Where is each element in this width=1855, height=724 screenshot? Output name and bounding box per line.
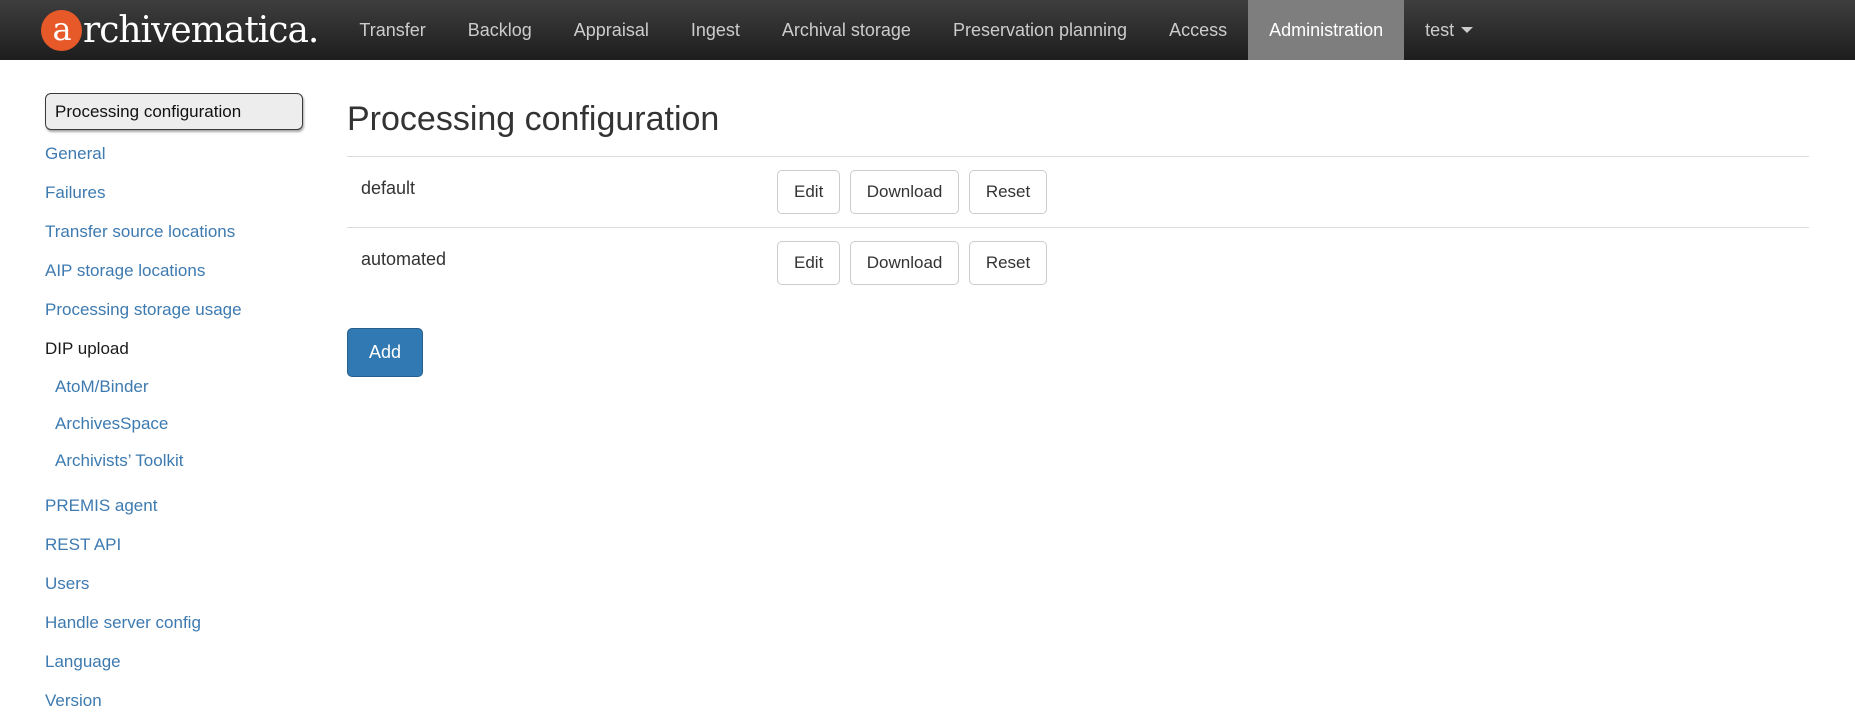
sidebar-list: General Failures Transfer source locatio…: [45, 134, 303, 720]
sidebar-item-handle-server-config: Handle server config: [45, 603, 303, 642]
nav-item-archival-storage[interactable]: Archival storage: [761, 0, 932, 60]
sidebar-link-version[interactable]: Version: [45, 691, 102, 711]
reset-button[interactable]: Reset: [969, 241, 1047, 285]
sidebar-item-transfer-source-locations: Transfer source locations: [45, 212, 303, 251]
sidebar-item-archivists-toolkit: Archivists’ Toolkit: [45, 442, 303, 479]
nav-item-ingest[interactable]: Ingest: [670, 0, 761, 60]
reset-button[interactable]: Reset: [969, 170, 1047, 214]
edit-button[interactable]: Edit: [777, 170, 840, 214]
sidebar-item-premis-agent: PREMIS agent: [45, 486, 303, 525]
row-actions: Edit Download Reset: [777, 241, 1052, 285]
config-name: default: [361, 170, 777, 199]
user-menu[interactable]: test: [1404, 0, 1494, 60]
edit-button[interactable]: Edit: [777, 241, 840, 285]
nav-item-backlog[interactable]: Backlog: [447, 0, 553, 60]
sidebar-item-rest-api: REST API: [45, 525, 303, 564]
sidebar-link-premis-agent[interactable]: PREMIS agent: [45, 496, 157, 516]
sidebar-link-archivesspace[interactable]: ArchivesSpace: [55, 414, 168, 434]
sidebar-item-processing-configuration[interactable]: Processing configuration: [45, 93, 303, 130]
row-actions: Edit Download Reset: [777, 170, 1052, 214]
download-button[interactable]: Download: [850, 241, 960, 285]
sidebar-item-atom-binder: AtoM/Binder: [45, 368, 303, 405]
admin-sidebar: Processing configuration General Failure…: [45, 93, 303, 720]
main-nav: Transfer Backlog Appraisal Ingest Archiv…: [338, 0, 1404, 60]
sidebar-item-language: Language: [45, 642, 303, 681]
sidebar-link-failures[interactable]: Failures: [45, 183, 105, 203]
sidebar-link-archivists-toolkit[interactable]: Archivists’ Toolkit: [55, 451, 183, 471]
nav-item-access[interactable]: Access: [1148, 0, 1248, 60]
sidebar-link-rest-api[interactable]: REST API: [45, 535, 121, 555]
user-menu-label: test: [1425, 20, 1454, 41]
sidebar-item-users: Users: [45, 564, 303, 603]
sidebar-item-archivesspace: ArchivesSpace: [45, 405, 303, 442]
sidebar-link-atom-binder[interactable]: AtoM/Binder: [55, 377, 149, 397]
main-content: Processing configuration default Edit Do…: [347, 96, 1809, 377]
sidebar-link-processing-storage-usage[interactable]: Processing storage usage: [45, 300, 242, 320]
nav-item-preservation-planning[interactable]: Preservation planning: [932, 0, 1148, 60]
nav-item-appraisal[interactable]: Appraisal: [553, 0, 670, 60]
sidebar-heading-dip-upload: DIP upload: [45, 329, 303, 368]
sidebar-link-users[interactable]: Users: [45, 574, 89, 594]
sidebar-item-version: Version: [45, 681, 303, 720]
top-navbar: archivematica. Transfer Backlog Appraisa…: [0, 0, 1855, 60]
sidebar-link-general[interactable]: General: [45, 144, 105, 164]
download-button[interactable]: Download: [850, 170, 960, 214]
add-button[interactable]: Add: [347, 328, 423, 377]
table-row-default: default Edit Download Reset: [347, 156, 1809, 227]
sidebar-link-transfer-source-locations[interactable]: Transfer source locations: [45, 222, 235, 242]
table-row-automated: automated Edit Download Reset: [347, 227, 1809, 298]
sidebar-item-failures: Failures: [45, 173, 303, 212]
nav-item-transfer[interactable]: Transfer: [338, 0, 446, 60]
config-name: automated: [361, 241, 777, 270]
sidebar-link-language[interactable]: Language: [45, 652, 121, 672]
nav-item-administration[interactable]: Administration: [1248, 0, 1404, 60]
processing-config-table: default Edit Download Reset automated Ed…: [347, 156, 1809, 298]
brand-wordmark: rchivematica.: [83, 10, 318, 51]
sidebar-item-general: General: [45, 134, 303, 173]
archivematica-logo[interactable]: archivematica.: [0, 0, 318, 60]
sidebar-item-processing-storage-usage: Processing storage usage: [45, 290, 303, 329]
sidebar-item-aip-storage-locations: AIP storage locations: [45, 251, 303, 290]
page-title: Processing configuration: [347, 96, 1809, 142]
sidebar-active-label: Processing configuration: [55, 102, 241, 122]
caret-down-icon: [1461, 27, 1473, 33]
sidebar-link-aip-storage-locations[interactable]: AIP storage locations: [45, 261, 205, 281]
sidebar-link-handle-server-config[interactable]: Handle server config: [45, 613, 201, 633]
archivematica-logo-icon: a: [41, 10, 82, 51]
